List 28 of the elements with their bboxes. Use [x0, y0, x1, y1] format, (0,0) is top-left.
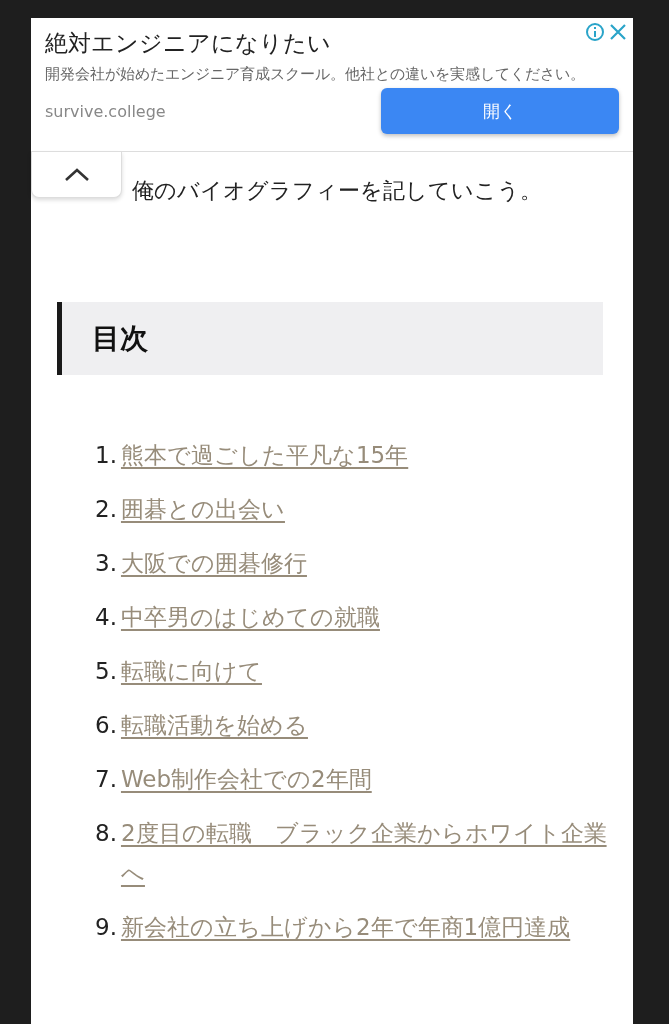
item-number: 5.	[95, 657, 117, 686]
item-number: 7.	[95, 765, 117, 794]
toc-link[interactable]: 囲碁との出会い	[120, 489, 607, 529]
toc-link[interactable]: 中卒男のはじめての就職	[120, 597, 607, 637]
ad-title[interactable]: 絶対エンジニアになりたい	[45, 28, 619, 58]
toc-link[interactable]: 熊本で過ごした平凡な15年	[120, 435, 607, 475]
item-number: 1.	[95, 441, 117, 470]
ad-domain: survive.college	[45, 101, 166, 121]
item-number: 4.	[95, 603, 117, 632]
toc-link[interactable]: 転職に向けて	[120, 651, 607, 691]
toc-link[interactable]: 新会社の立ち上げから2年で年商1億円達成	[120, 907, 607, 947]
item-number: 9.	[95, 913, 117, 942]
toc-heading: 目次	[57, 302, 603, 375]
toc-link[interactable]: 大阪での囲碁修行	[120, 543, 607, 583]
close-icon[interactable]	[609, 23, 627, 41]
toc-link[interactable]: 転職活動を始める	[120, 705, 607, 745]
intro-text: 俺のバイオグラフィーを記していこう。	[132, 177, 542, 205]
info-icon[interactable]	[585, 22, 605, 42]
ad-description: 開発会社が始めたエンジニア育成スクール。他社との違いを実感してください。	[45, 64, 586, 85]
item-number: 6.	[95, 711, 117, 740]
caret-icon	[63, 167, 90, 182]
item-number: 8.	[95, 819, 117, 848]
collapse-tab[interactable]	[31, 152, 122, 198]
open-button[interactable]: 開く	[381, 88, 619, 134]
item-number: 3.	[95, 549, 117, 578]
item-number: 2.	[95, 495, 117, 524]
toc-link[interactable]: 2度目の転職 ブラック企業からホワイト企業へ	[120, 813, 607, 893]
toc-link[interactable]: Web制作会社での2年間	[120, 759, 607, 799]
